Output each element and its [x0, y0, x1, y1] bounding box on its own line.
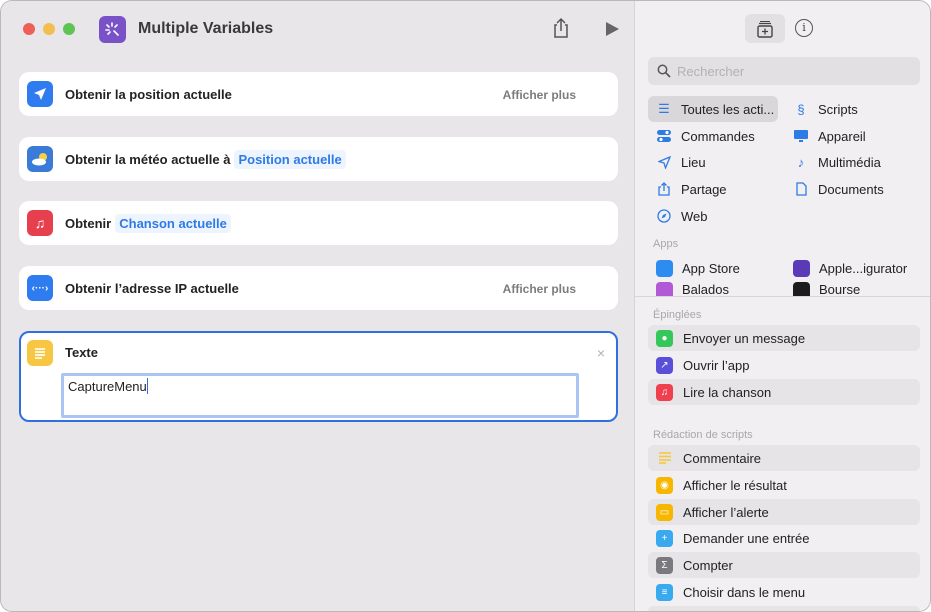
action-label: Obtenir la météo actuelle à — [65, 152, 231, 167]
run-button[interactable] — [604, 21, 620, 37]
remove-action-button[interactable]: × — [597, 345, 605, 361]
share-icon — [554, 17, 568, 38]
shortcuts-window: Multiple Variables Obtenir la position a… — [0, 0, 931, 612]
scripting-item[interactable]: ≡ Choisir dans le menu — [648, 579, 920, 605]
action-label: Obtenir l’adresse IP actuelle — [65, 281, 239, 296]
search-placeholder: Rechercher — [677, 64, 745, 79]
scripting-item[interactable] — [648, 606, 920, 611]
apps-section-header: Apps — [653, 238, 679, 250]
action-get-current-song[interactable]: ♫ Obtenir Chanson actuelle — [19, 201, 618, 245]
category-scripts[interactable]: § Scripts — [785, 96, 857, 122]
scripting-item[interactable]: ◉ Afficher le résultat — [648, 472, 920, 498]
location-variable-token[interactable]: Position actuelle — [234, 150, 346, 169]
share-button[interactable] — [551, 17, 573, 41]
action-library-tab[interactable] — [745, 14, 785, 43]
stocks-icon — [793, 282, 810, 296]
pinned-item[interactable]: ● Envoyer un message — [648, 325, 920, 351]
close-window-button[interactable] — [23, 23, 35, 35]
input-bubble-icon: + — [656, 529, 673, 547]
category-sharing[interactable]: Partage — [648, 176, 727, 202]
suggestions-list: Épinglées ● Envoyer un message ↗ Ouvrir l’… — [635, 297, 930, 611]
song-variable-token[interactable]: Chanson actuelle — [115, 214, 231, 233]
category-web[interactable]: Web — [648, 203, 708, 229]
scripting-item[interactable]: Commentaire — [648, 445, 920, 471]
show-more-button[interactable]: Afficher plus — [503, 282, 576, 296]
location-arrow-icon — [27, 81, 53, 107]
music-note-icon: ♫ — [27, 210, 53, 236]
pinned-section-header: Épinglées — [653, 309, 702, 321]
scripting-item[interactable]: Σ Compter — [648, 552, 920, 578]
message-icon: ● — [656, 329, 673, 347]
comment-lines-icon — [656, 450, 673, 467]
play-icon — [606, 22, 619, 36]
sigma-icon: Σ — [656, 556, 673, 574]
document-icon — [793, 181, 809, 197]
action-get-current-weather[interactable]: Obtenir la météo actuelle à Position actu… — [19, 137, 618, 181]
app-store-icon — [656, 259, 673, 277]
scripting-section-header: Rédaction de scripts — [653, 429, 753, 441]
scripts-icon: § — [797, 101, 805, 117]
apple-configurator-icon — [793, 259, 810, 277]
app-app-store[interactable]: App Store — [648, 255, 740, 281]
category-commands[interactable]: Commandes — [648, 123, 755, 149]
action-get-current-ip[interactable]: ‹···› Obtenir l’adresse IP actuelle Affi… — [19, 266, 618, 310]
toggles-icon — [656, 128, 672, 144]
action-library-pane: i Rechercher ☰ Toutes les acti... § Script… — [634, 1, 930, 611]
music-note-icon: ♪ — [797, 154, 805, 170]
weather-icon — [27, 146, 53, 172]
category-media[interactable]: ♪ Multimédia — [785, 149, 881, 175]
pinned-item[interactable]: ♫ Lire la chanson — [648, 379, 920, 405]
compass-icon — [656, 208, 672, 224]
zoom-window-button[interactable] — [63, 23, 75, 35]
action-label: Obtenir la position actuelle — [65, 87, 232, 102]
action-label: Obtenir — [65, 216, 112, 231]
window-title: Multiple Variables — [138, 20, 274, 37]
podcasts-icon — [656, 282, 673, 296]
arrow-up-right-icon: ↗ — [656, 356, 673, 374]
display-icon — [793, 128, 809, 144]
location-icon — [656, 154, 672, 170]
quicklook-icon: ◉ — [656, 476, 673, 494]
app-balados[interactable]: Balados — [648, 282, 729, 296]
action-text[interactable]: Texte × CaptureMenu — [19, 331, 618, 422]
category-location[interactable]: Lieu — [648, 149, 706, 175]
search-input[interactable]: Rechercher — [648, 57, 920, 85]
info-icon[interactable]: i — [795, 19, 813, 37]
app-bourse[interactable]: Bourse — [785, 282, 860, 296]
action-library-icon — [757, 20, 773, 38]
show-more-button[interactable]: Afficher plus — [503, 88, 576, 102]
network-icon: ‹···› — [27, 275, 53, 301]
scripting-item[interactable]: + Demander une entrée — [648, 525, 920, 551]
action-label: Texte — [65, 345, 98, 360]
share-icon — [656, 181, 672, 197]
music-note-icon: ♫ — [656, 383, 673, 401]
shortcut-icon[interactable] — [99, 16, 126, 43]
category-all-actions[interactable]: ☰ Toutes les acti... — [648, 96, 778, 122]
category-documents[interactable]: Documents — [785, 176, 884, 202]
app-apple-configurator[interactable]: Apple...igurator — [785, 255, 907, 281]
editor-pane: Multiple Variables Obtenir la position a… — [1, 1, 634, 611]
scripting-item[interactable]: ▭ Afficher l’alerte — [648, 499, 920, 525]
search-icon — [657, 64, 671, 78]
alert-window-icon: ▭ — [656, 503, 673, 521]
list-icon: ☰ — [658, 101, 670, 116]
text-field[interactable]: CaptureMenu — [61, 373, 579, 418]
minimize-window-button[interactable] — [43, 23, 55, 35]
text-lines-icon — [27, 340, 53, 366]
action-get-current-location[interactable]: Obtenir la position actuelle Afficher pl… — [19, 72, 618, 116]
category-device[interactable]: Appareil — [785, 123, 866, 149]
text-caret — [146, 378, 149, 394]
menu-icon: ≡ — [656, 583, 673, 601]
pinned-item[interactable]: ↗ Ouvrir l’app — [648, 352, 920, 378]
